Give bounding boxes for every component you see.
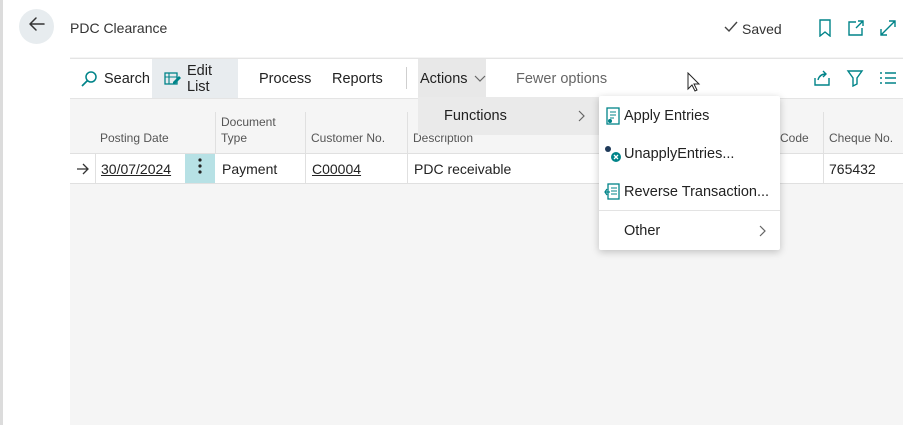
apply-entries-icon	[604, 107, 622, 125]
expand-icon[interactable]	[879, 19, 897, 37]
apply-entries-label: Apply Entries	[624, 108, 710, 124]
column-document-type[interactable]: Document Type	[221, 114, 276, 146]
actions-label: Actions	[420, 70, 468, 87]
arrow-left-icon	[27, 14, 47, 39]
search-label: Search	[104, 70, 150, 87]
list-view-icon[interactable]	[879, 69, 897, 87]
saved-status: Saved	[723, 20, 782, 37]
toolbar-divider	[406, 67, 407, 89]
other-label: Other	[624, 223, 661, 239]
actions-menu[interactable]: Actions	[418, 59, 486, 98]
column-divider	[823, 112, 824, 153]
menu-divider	[599, 210, 780, 211]
row-actions-button[interactable]	[185, 154, 215, 183]
cell-divider	[823, 154, 824, 183]
column-posting-date[interactable]: Posting Date	[100, 130, 169, 146]
edit-list-label: Edit List	[187, 62, 212, 95]
unapply-entries-label: UnapplyEntries...	[624, 146, 735, 162]
fewer-options-label: Fewer options	[516, 70, 608, 87]
chevron-right-icon	[578, 110, 586, 122]
menu-item-functions[interactable]: Functions	[418, 97, 599, 135]
column-divider	[215, 112, 216, 153]
menu-item-reverse-transaction[interactable]: Reverse Transaction...	[599, 174, 780, 210]
posting-date-cell[interactable]: 30/07/2024	[101, 154, 171, 183]
functions-label: Functions	[444, 108, 507, 124]
column-code[interactable]: Code	[780, 130, 809, 146]
process-menu[interactable]: Process	[259, 59, 311, 98]
action-bar: Search Edit List Process Reports Actions…	[70, 58, 903, 99]
functions-submenu: Apply Entries UnapplyEntries... Reverse …	[599, 96, 780, 250]
cell-divider	[407, 154, 408, 183]
cell-divider	[305, 154, 306, 183]
column-divider	[407, 112, 408, 153]
chevron-right-icon	[759, 225, 767, 237]
share-icon[interactable]	[813, 69, 831, 87]
column-cheque-no[interactable]: Cheque No.	[829, 130, 893, 146]
chevron-down-icon	[474, 75, 486, 83]
back-button[interactable]	[19, 9, 54, 44]
search-button[interactable]: Search	[80, 59, 150, 98]
fewer-options-button[interactable]: Fewer options	[516, 59, 607, 98]
process-label: Process	[259, 70, 312, 87]
page-title: PDC Clearance	[70, 20, 168, 36]
search-icon	[80, 70, 98, 88]
document-type-cell: Payment	[222, 160, 278, 177]
reverse-transaction-label: Reverse Transaction...	[624, 184, 770, 200]
column-document-type-line2: Type	[221, 131, 248, 145]
cheque-no-cell: 765432	[829, 160, 876, 177]
menu-item-unapply-entries[interactable]: UnapplyEntries...	[599, 136, 780, 172]
column-customer-no[interactable]: Customer No.	[311, 130, 385, 146]
column-divider	[305, 112, 306, 153]
reverse-transaction-icon	[604, 183, 622, 201]
edit-list-icon	[164, 71, 182, 87]
mouse-cursor-icon	[687, 71, 701, 97]
filter-icon[interactable]	[846, 69, 864, 87]
cell-divider	[95, 154, 96, 183]
menu-item-apply-entries[interactable]: Apply Entries	[599, 98, 780, 134]
menu-item-other[interactable]: Other	[599, 213, 780, 249]
column-document-type-line1: Document	[221, 115, 276, 129]
window-left-edge	[0, 0, 3, 425]
open-new-window-icon[interactable]	[847, 19, 865, 37]
edit-list-button[interactable]: Edit List	[152, 59, 238, 98]
description-cell: PDC receivable	[414, 160, 512, 177]
check-icon	[723, 20, 739, 37]
unapply-entries-icon	[604, 145, 622, 163]
more-vertical-icon	[198, 158, 202, 179]
reports-label: Reports	[332, 70, 383, 87]
customer-no-cell[interactable]: C00004	[312, 154, 361, 183]
bookmark-icon[interactable]	[816, 19, 834, 37]
reports-menu[interactable]: Reports	[332, 59, 383, 98]
row-selected-arrow-icon	[76, 154, 90, 183]
saved-label: Saved	[742, 20, 782, 37]
